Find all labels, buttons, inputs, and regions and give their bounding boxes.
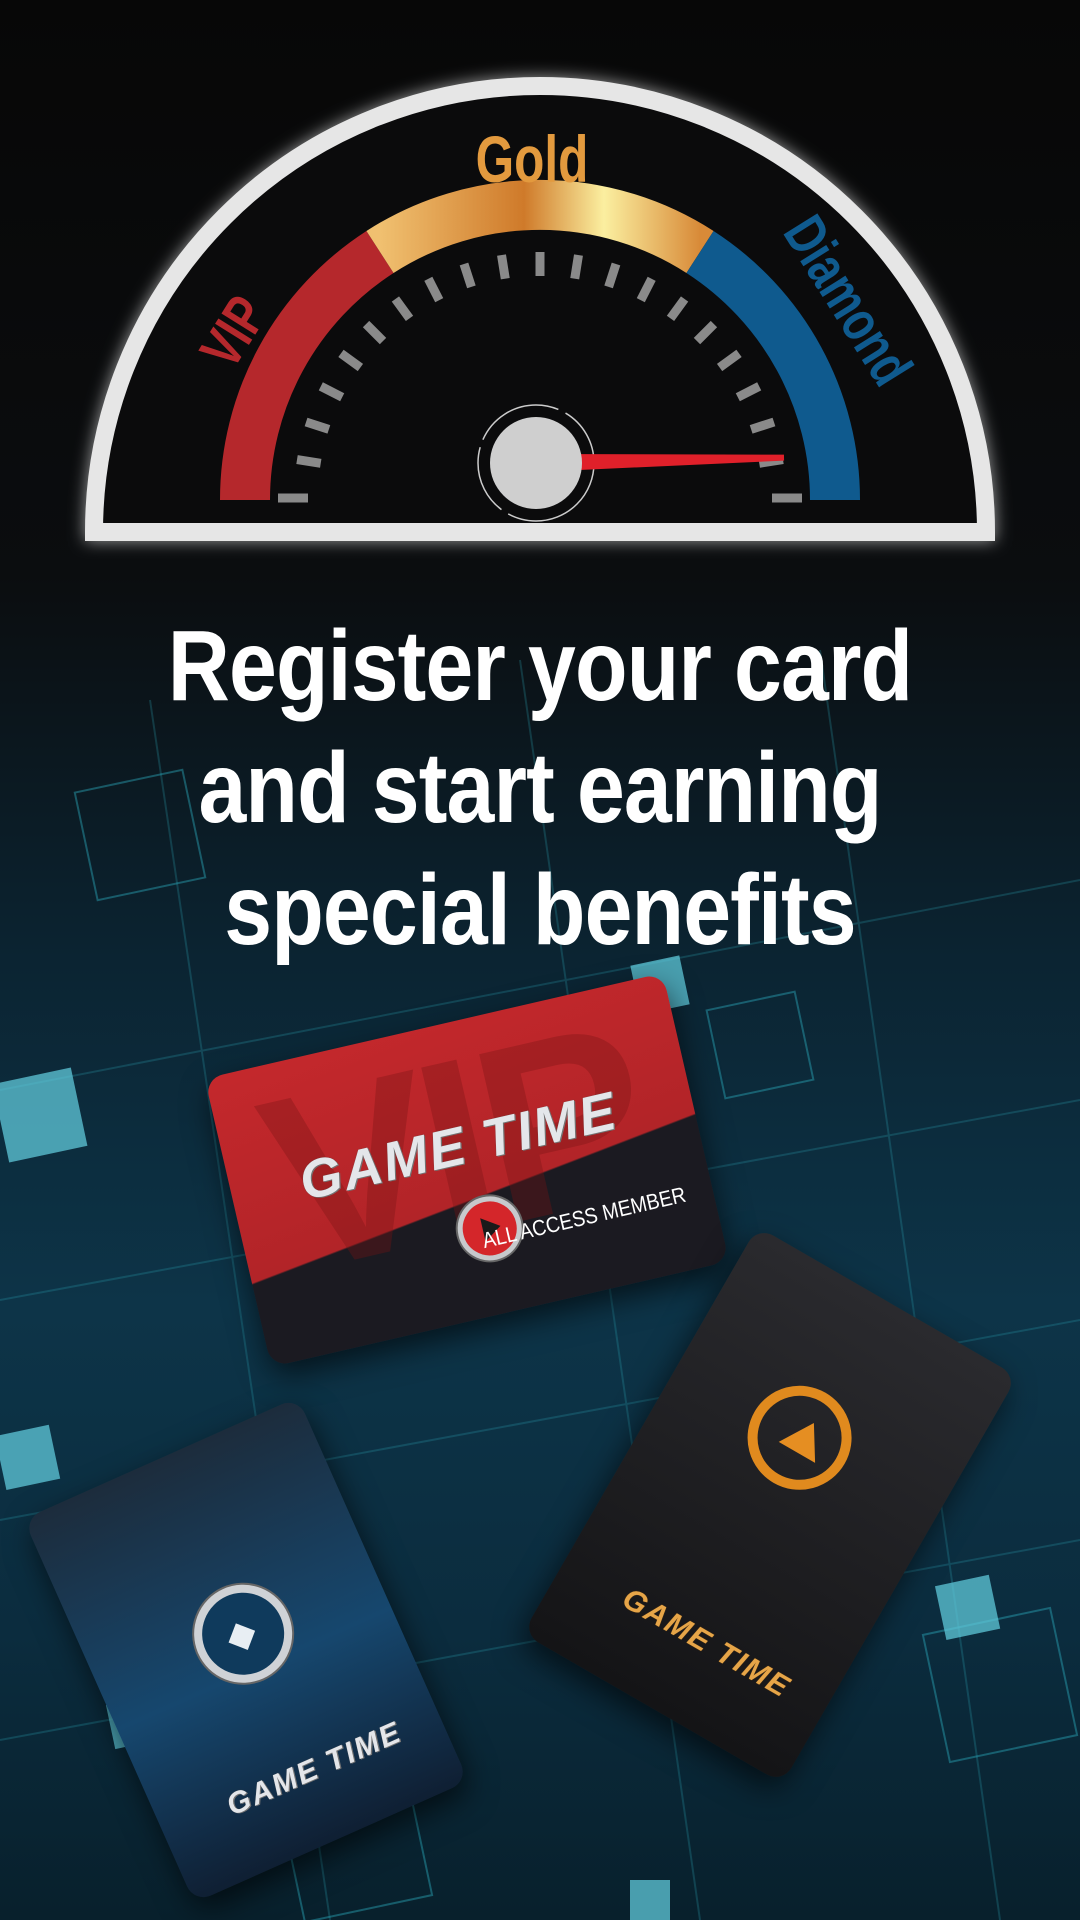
headline-line-1: Register your card [167,610,913,722]
game-time-logo: GAME TIME [616,1581,797,1705]
gauge-tick [497,254,510,280]
headline: Register your card and start earning spe… [0,605,1080,971]
headline-line-2: and start earning [198,732,882,844]
gauge-hub [490,417,582,509]
game-time-logo: GAME TIME [221,1715,407,1823]
triangle-ring-icon [728,1366,871,1509]
diamond-icon: ◆ [178,1569,308,1699]
gauge-tick [570,254,583,280]
gauge-tick [296,455,322,468]
gauge-label-gold: Gold [476,123,589,197]
headline-line-3: special benefits [224,854,856,966]
tier-gauge: VIP Gold Diamond [84,77,996,541]
